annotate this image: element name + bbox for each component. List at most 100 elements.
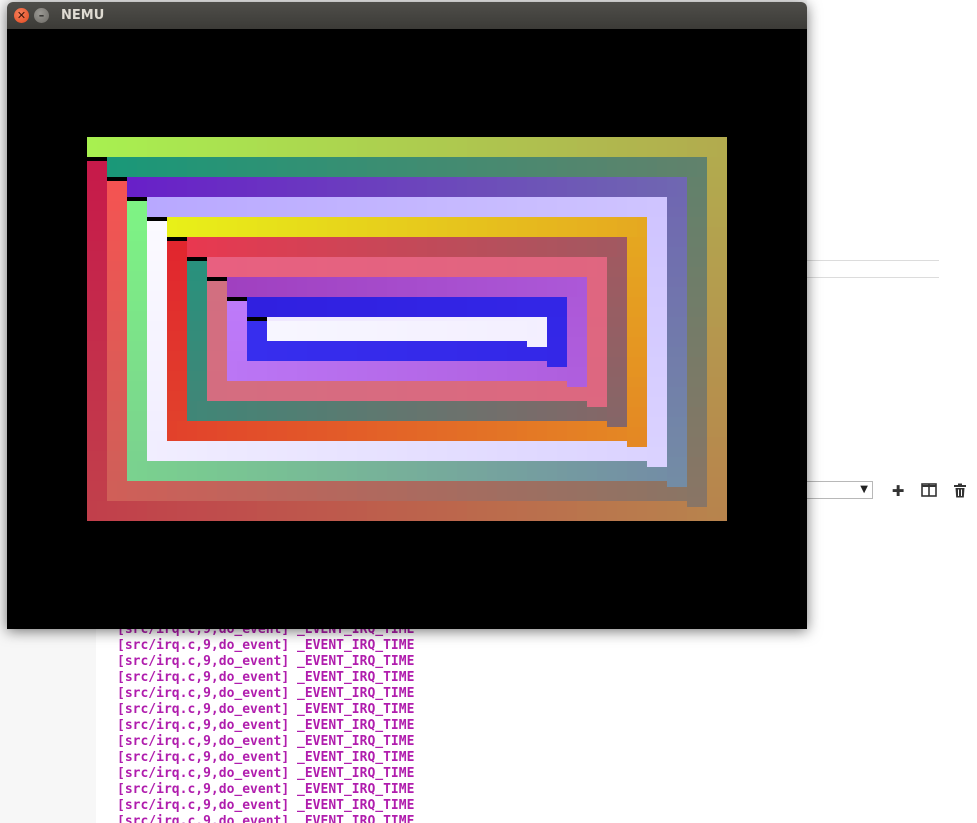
pixel-block bbox=[227, 501, 237, 521]
pixel-block bbox=[187, 461, 197, 481]
pixel-block bbox=[207, 501, 217, 521]
pixel-block bbox=[367, 197, 377, 217]
pixel-block bbox=[177, 217, 187, 237]
pixel-block bbox=[227, 137, 237, 157]
pixel-block bbox=[347, 461, 357, 481]
pixel-block bbox=[207, 217, 217, 237]
pixel-block bbox=[127, 361, 147, 371]
pixel-block bbox=[607, 397, 627, 407]
pixel-block bbox=[507, 481, 517, 501]
pixel-block bbox=[187, 237, 197, 257]
pixel-block bbox=[447, 277, 457, 297]
pixel-block bbox=[147, 421, 167, 431]
pixel-block bbox=[237, 481, 247, 501]
pixel-block bbox=[407, 341, 417, 361]
pixel-block bbox=[707, 207, 727, 217]
pixel-block bbox=[617, 217, 627, 237]
pixel-block bbox=[367, 157, 377, 177]
pixel-block bbox=[707, 317, 727, 327]
pixel-block bbox=[107, 137, 117, 157]
pixel-block bbox=[327, 481, 337, 501]
nemu-window[interactable]: ✕ – NEMU bbox=[7, 2, 807, 629]
pixel-block bbox=[197, 237, 207, 257]
pixel-block bbox=[437, 157, 447, 177]
pixel-block bbox=[647, 257, 667, 267]
pixel-block bbox=[247, 297, 257, 317]
pixel-block bbox=[487, 341, 497, 361]
pixel-block bbox=[87, 281, 107, 291]
pixel-block bbox=[207, 331, 227, 341]
pixel-block bbox=[147, 331, 167, 341]
pixel-block bbox=[147, 401, 167, 411]
pixel-block bbox=[367, 421, 377, 441]
split-view-button[interactable] bbox=[921, 483, 939, 499]
pixel-block bbox=[547, 217, 557, 237]
terminal-output[interactable]: [src/irq.c,9,do_event] _EVENT_IRQ_TIME [s… bbox=[96, 620, 976, 823]
pixel-block bbox=[387, 157, 397, 177]
pixel-block bbox=[217, 401, 227, 421]
minimize-button[interactable]: – bbox=[34, 8, 49, 23]
pixel-block bbox=[267, 237, 277, 257]
pixel-block bbox=[637, 461, 647, 481]
pixel-block bbox=[287, 421, 297, 441]
pixel-block bbox=[167, 197, 177, 217]
pixel-block bbox=[237, 137, 247, 157]
add-button[interactable]: ✚ bbox=[889, 483, 907, 499]
pixel-block bbox=[137, 177, 147, 197]
pixel-block bbox=[477, 421, 487, 441]
pixel-block bbox=[157, 157, 167, 177]
pixel-block bbox=[417, 341, 427, 361]
delete-button[interactable] bbox=[953, 483, 971, 499]
pixel-block bbox=[457, 381, 467, 401]
pixel-block bbox=[687, 357, 707, 367]
pixel-block bbox=[197, 421, 207, 441]
close-button[interactable]: ✕ bbox=[14, 8, 29, 23]
pixel-block bbox=[127, 137, 137, 157]
pixel-block bbox=[87, 261, 107, 271]
pixel-block bbox=[477, 381, 487, 401]
pixel-block bbox=[247, 441, 257, 461]
pixel-block bbox=[507, 217, 517, 237]
pixel-block bbox=[157, 197, 167, 217]
pixel-block bbox=[627, 277, 647, 287]
pixel-block bbox=[287, 441, 297, 461]
log-line: [src/irq.c,9,do_event] _EVENT_IRQ_TIME bbox=[117, 638, 415, 653]
log-line: [src/irq.c,9,do_event] _EVENT_IRQ_TIME bbox=[117, 670, 415, 685]
pixel-block bbox=[577, 401, 587, 421]
pixel-block bbox=[347, 197, 357, 217]
pixel-block bbox=[527, 297, 537, 317]
pixel-block bbox=[667, 367, 687, 377]
pixel-block bbox=[187, 331, 207, 341]
pixel-block bbox=[537, 197, 547, 217]
pixel-block bbox=[567, 177, 577, 197]
emulator-display[interactable] bbox=[7, 29, 807, 629]
pixel-block bbox=[547, 327, 567, 337]
pixel-block bbox=[87, 431, 107, 441]
pixel-block bbox=[647, 297, 667, 307]
pixel-block bbox=[337, 421, 347, 441]
pixel-block bbox=[317, 137, 327, 157]
pixel-block bbox=[307, 277, 317, 297]
pixel-block bbox=[197, 157, 207, 177]
pixel-block bbox=[107, 351, 127, 361]
pixel-block bbox=[707, 437, 727, 447]
pixel-block bbox=[627, 327, 647, 337]
pixel-block bbox=[167, 177, 177, 197]
pixel-block bbox=[577, 481, 587, 501]
pixel-block bbox=[547, 461, 557, 481]
pixel-block bbox=[647, 387, 667, 397]
pixel-block bbox=[687, 427, 707, 437]
background-dropdown[interactable]: ▼ bbox=[807, 481, 873, 499]
pixel-block bbox=[437, 361, 447, 381]
pixel-block bbox=[267, 481, 277, 501]
pixel-block bbox=[187, 441, 197, 461]
window-titlebar[interactable]: ✕ – NEMU bbox=[7, 2, 807, 29]
pixel-block bbox=[467, 297, 477, 317]
pixel-block bbox=[707, 217, 727, 227]
pixel-block bbox=[87, 501, 97, 521]
pixel-block bbox=[647, 327, 667, 337]
pixel-block bbox=[667, 327, 687, 337]
pixel-block bbox=[657, 157, 667, 177]
pixel-block bbox=[317, 361, 327, 381]
pixel-block bbox=[437, 237, 447, 257]
